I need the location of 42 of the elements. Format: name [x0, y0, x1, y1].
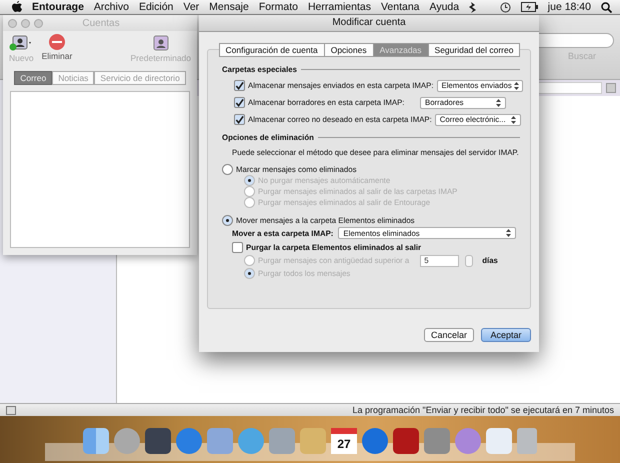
- checkbox[interactable]: [234, 114, 245, 125]
- menu-item[interactable]: Ver: [183, 1, 200, 13]
- dialog-title: Modificar cuenta: [199, 15, 539, 32]
- panel-toggle-icon[interactable]: [6, 406, 16, 414]
- checkbox[interactable]: [234, 80, 245, 91]
- menu-item[interactable]: Entourage: [32, 1, 84, 13]
- menu-item[interactable]: Archivo: [94, 1, 129, 13]
- search-icon[interactable]: [601, 2, 612, 12]
- stepper-icon[interactable]: [465, 254, 474, 266]
- accept-button[interactable]: Aceptar: [481, 328, 531, 342]
- window-controls-icon[interactable]: [8, 18, 43, 28]
- calendar-icon[interactable]: 27: [331, 428, 357, 454]
- menu-item[interactable]: Edición: [138, 1, 174, 13]
- menu-item[interactable]: Herramientas: [308, 1, 371, 13]
- delete-icon[interactable]: [48, 33, 66, 51]
- new-account-icon[interactable]: [9, 33, 34, 53]
- updown-arrows-icon: [514, 82, 519, 90]
- script-icon[interactable]: [469, 2, 478, 12]
- tab[interactable]: Opciones: [324, 43, 374, 57]
- updown-arrows-icon: [496, 98, 501, 106]
- default-account-icon[interactable]: [150, 33, 171, 53]
- menu-item[interactable]: Ayuda: [430, 1, 460, 13]
- status-text: La programación "Enviar y recibir todo" se ejecutará en 7 minutos: [352, 405, 614, 415]
- tab[interactable]: Correo: [14, 71, 52, 85]
- tab[interactable]: Seguridad del correo: [428, 43, 520, 57]
- menu-item[interactable]: Formato: [258, 1, 298, 13]
- radio-button[interactable]: [222, 214, 233, 226]
- checkbox[interactable]: [234, 97, 245, 108]
- clock-text[interactable]: jue 18:40: [548, 1, 591, 13]
- battery-icon[interactable]: [520, 2, 538, 12]
- menu-item[interactable]: Mensaje: [209, 1, 249, 13]
- window-title: Cuentas: [81, 18, 121, 28]
- radio-button[interactable]: [222, 164, 233, 174]
- updown-arrows-icon: [506, 229, 512, 237]
- clock-icon[interactable]: [500, 2, 511, 12]
- checkbox[interactable]: [232, 242, 243, 252]
- toolbar-label[interactable]: Eliminar: [42, 51, 72, 61]
- apple-icon[interactable]: [12, 1, 22, 13]
- tab[interactable]: Configuración de cuenta: [218, 43, 325, 57]
- updown-arrows-icon: [510, 116, 516, 124]
- menu-item[interactable]: Ventana: [380, 1, 420, 13]
- cancel-button[interactable]: Cancelar: [424, 328, 474, 342]
